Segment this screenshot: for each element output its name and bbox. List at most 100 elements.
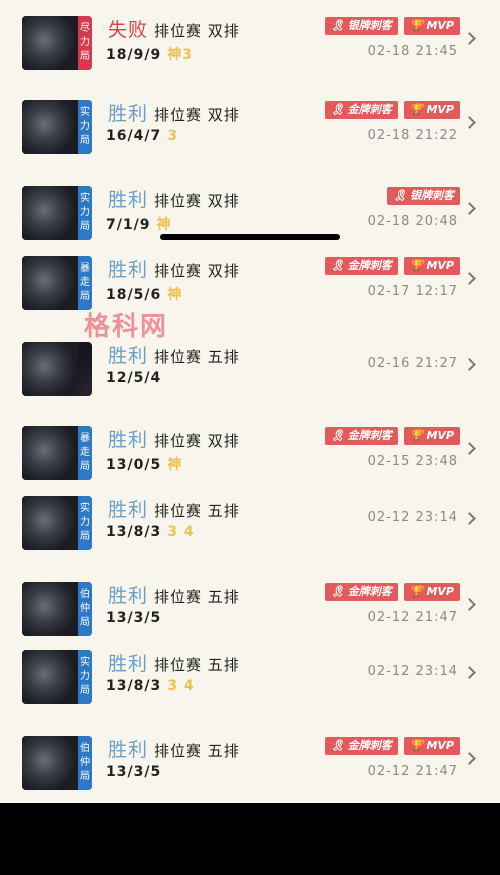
hero-avatar: 尽力局: [22, 16, 92, 70]
chevron-right-icon[interactable]: [463, 32, 476, 45]
kda-value: 18/9/9: [106, 47, 162, 63]
match-timestamp: 02-12 21:47: [367, 764, 458, 779]
kda-value: 18/5/6: [106, 287, 162, 303]
match-row[interactable]: 伯仲局 胜利 排位赛 五排 13/3/5 🎗 金牌刺客 🏆 MVP 02-12 21:47: [0, 734, 500, 803]
streak-medal: 3 4: [167, 678, 195, 694]
match-type: 排位赛 五排: [154, 742, 240, 760]
match-timestamp: 02-12 23:14: [367, 664, 458, 679]
game-mode-tag: 实力局: [78, 186, 92, 240]
hero-portrait-image: [22, 736, 78, 790]
match-row[interactable]: 实力局 胜利 排位赛 双排 7/1/9 神 🎗 银牌刺客 02-18 20:48: [0, 184, 500, 254]
badge-label: 金牌刺客: [347, 103, 392, 116]
kda-stats: 16/4/7 3: [106, 128, 178, 144]
kda-value: 13/0/5: [106, 457, 162, 473]
kda-stats: 13/8/3 3 4: [106, 678, 195, 694]
ribbon-icon: 🎗: [330, 429, 345, 442]
badge-label: 银牌刺客: [347, 19, 392, 32]
chevron-right-icon[interactable]: [463, 442, 476, 455]
badge-label: MVP: [426, 429, 454, 442]
title-badge: 🎗 金牌刺客: [324, 257, 398, 275]
match-result: 胜利: [108, 585, 149, 607]
mvp-badge: 🏆 MVP: [403, 583, 460, 601]
match-row[interactable]: 实力局 胜利 排位赛 五排 13/8/3 3 4 02-12 23:14: [0, 494, 500, 564]
hero-avatar: 暴走局: [22, 256, 92, 310]
kda-stats: 12/5/4: [106, 370, 161, 386]
mvp-badge: 🏆 MVP: [403, 17, 460, 35]
game-mode-tag: 伯仲局: [78, 736, 92, 790]
match-row[interactable]: 伯仲局 胜利 排位赛 五排 13/3/5 🎗 金牌刺客 🏆 MVP 02-12 21:47: [0, 580, 500, 650]
badge-label: MVP: [426, 585, 454, 598]
match-result: 失败: [108, 19, 149, 41]
match-row[interactable]: 暴走局 胜利 排位赛 双排 13/0/5 神 🎗 金牌刺客 🏆 MVP 02-15 23:48: [0, 424, 500, 494]
match-type: 排位赛 双排: [154, 192, 240, 210]
match-row[interactable]: 尽力局 失败 排位赛 双排 18/9/9 神3 🎗 银牌刺客 🏆 MVP 02-18 21:45: [0, 14, 500, 84]
title-badge: 🎗 金牌刺客: [324, 737, 398, 755]
match-timestamp: 02-18 20:48: [367, 214, 458, 229]
hero-portrait-image: [22, 426, 78, 480]
hero-avatar: 实力局: [22, 496, 92, 550]
ribbon-icon: 🎗: [393, 189, 407, 202]
mvp-badge: 🏆 MVP: [403, 427, 460, 445]
kda-stats: 7/1/9 神: [106, 214, 171, 234]
match-row[interactable]: 暴走局 胜利 排位赛 双排 18/5/6 神 🎗 金牌刺客 🏆 MVP 02-17 12:17: [0, 254, 500, 324]
match-timestamp: 02-16 21:27: [367, 356, 458, 371]
match-timestamp: 02-17 12:17: [367, 284, 458, 299]
kda-value: 13/3/5: [106, 764, 162, 780]
badge-label: MVP: [426, 259, 454, 272]
hero-avatar: 伯仲局: [22, 582, 92, 636]
kda-stats: 13/0/5 神: [106, 454, 182, 474]
chevron-right-icon[interactable]: [463, 358, 476, 371]
hero-avatar: 实力局: [22, 186, 92, 240]
match-type: 排位赛 双排: [154, 262, 240, 280]
achievement-badges: 🎗 金牌刺客 🏆 MVP: [324, 427, 460, 445]
mvp-badge: 🏆 MVP: [403, 737, 460, 755]
match-result: 胜利: [108, 429, 149, 451]
chevron-right-icon[interactable]: [463, 666, 476, 679]
trophy-icon: 🏆: [409, 739, 424, 752]
chevron-right-icon[interactable]: [463, 116, 476, 129]
game-mode-tag: 伯仲局: [78, 582, 92, 636]
match-row[interactable]: 实力局 胜利 排位赛 双排 16/4/7 3 🎗 金牌刺客 🏆 MVP 02-18 21:22: [0, 98, 500, 168]
achievement-badges: 🎗 金牌刺客 🏆 MVP: [324, 583, 460, 601]
match-history-screen: 格科网 尽力局失败 排位赛 双排 18/9/9 神3 🎗 银牌刺客 🏆 MVP 02-18 21…: [0, 0, 500, 803]
ribbon-icon: 🎗: [330, 103, 345, 116]
trophy-icon: 🏆: [409, 585, 424, 598]
chevron-right-icon[interactable]: [463, 752, 476, 765]
title-badge: 🎗 银牌刺客: [387, 187, 460, 205]
hero-avatar: 实力局: [22, 100, 92, 154]
ribbon-icon: 🎗: [330, 739, 345, 752]
match-result: 胜利: [108, 259, 149, 281]
hero-portrait-image: [22, 16, 78, 70]
kda-stats: 13/3/5: [106, 610, 161, 626]
chevron-right-icon[interactable]: [463, 598, 476, 611]
hero-portrait-image: [22, 582, 78, 636]
game-mode-tag: 实力局: [78, 496, 92, 550]
trophy-icon: 🏆: [409, 259, 424, 272]
match-timestamp: 02-15 23:48: [367, 454, 458, 469]
match-result: 胜利: [108, 345, 149, 367]
match-timestamp: 02-12 23:14: [367, 510, 458, 525]
title-badge: 🎗 金牌刺客: [324, 427, 398, 445]
kda-value: 16/4/7: [106, 128, 162, 144]
match-type: 排位赛 双排: [154, 106, 240, 124]
chevron-right-icon[interactable]: [463, 512, 476, 525]
match-result: 胜利: [108, 653, 149, 675]
badge-label: MVP: [426, 19, 454, 32]
streak-medal: 神: [167, 457, 183, 473]
mvp-badge: 🏆 MVP: [403, 257, 460, 275]
game-mode-tag: 暴走局: [78, 256, 92, 310]
match-timestamp: 02-18 21:45: [367, 44, 458, 59]
badge-label: 金牌刺客: [347, 739, 392, 752]
badge-label: 金牌刺客: [347, 585, 392, 598]
ribbon-icon: 🎗: [330, 585, 345, 598]
chevron-right-icon[interactable]: [463, 272, 476, 285]
streak-medal: 3: [167, 128, 178, 144]
chevron-right-icon[interactable]: [463, 202, 476, 215]
title-badge: 🎗 银牌刺客: [324, 17, 398, 35]
badge-label: 金牌刺客: [347, 429, 392, 442]
game-mode-tag: 实力局: [78, 650, 92, 704]
kda-stats: 18/9/9 神3: [106, 44, 193, 64]
match-row[interactable]: 实力局 胜利 排位赛 五排 13/8/3 3 4 02-12 23:14: [0, 648, 500, 718]
match-row[interactable]: 胜利 排位赛 五排 12/5/4 02-16 21:27: [0, 340, 500, 410]
trophy-icon: 🏆: [409, 103, 424, 116]
